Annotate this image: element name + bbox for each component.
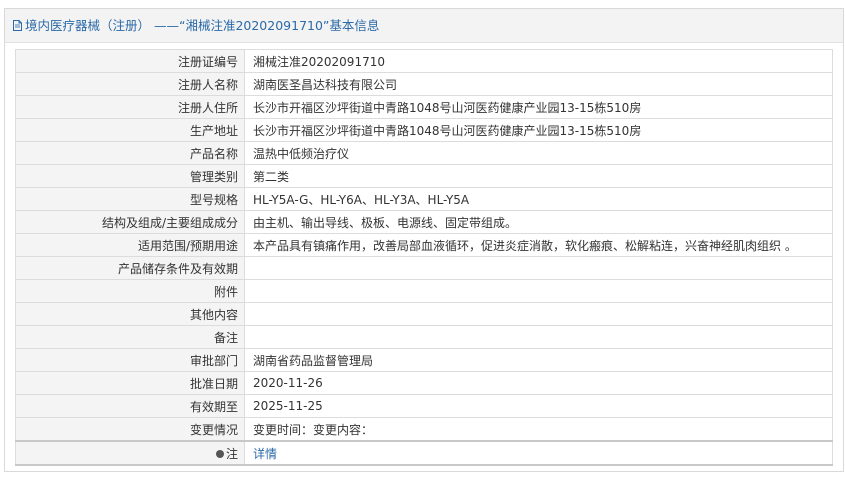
- table-row: 注册人住所 长沙市开福区沙坪街道中青路1048号山河医药健康产业园13-15栋51…: [15, 95, 833, 119]
- table-row: 批准日期 2020-11-26: [15, 371, 833, 395]
- row-value: 湖南医圣昌达科技有限公司: [244, 72, 833, 96]
- row-label: 产品名称: [15, 141, 245, 165]
- table-row: 生产地址 长沙市开福区沙坪街道中青路1048号山河医药健康产业园13-15栋510…: [15, 118, 833, 142]
- table-row: 附件: [15, 279, 833, 303]
- note-label: 注: [225, 446, 238, 461]
- row-label: 备注: [15, 325, 245, 349]
- row-label: 结构及组成/主要组成成分: [15, 210, 245, 234]
- table-row: 适用范围/预期用途 本产品具有镇痛作用，改善局部血液循环，促进炎症消散，软化瘢痕、…: [15, 233, 833, 257]
- row-label: 其他内容: [15, 302, 245, 326]
- row-label: 审批部门: [15, 348, 245, 372]
- table-row: 产品储存条件及有效期: [15, 256, 833, 280]
- info-table: 注册证编号 湘械注准20202091710 注册人名称 湖南医圣昌达科技有限公司 注册人…: [15, 49, 833, 466]
- row-label: 注册人住所: [15, 95, 245, 119]
- table-row: 审批部门 湖南省药品监督管理局: [15, 348, 833, 372]
- row-label: 批准日期: [15, 371, 245, 395]
- row-label: 变更情况: [15, 417, 245, 442]
- row-value: 变更时间：变更内容：: [244, 417, 833, 442]
- row-label: 适用范围/预期用途: [15, 233, 245, 257]
- row-value: 由主机、输出导线、极板、电源线、固定带组成。: [244, 210, 833, 234]
- page-title: 境内医疗器械（注册） ——“湘械注准20202091710”基本信息: [25, 18, 380, 33]
- row-label: 有效期至: [15, 394, 245, 418]
- row-label: 注: [15, 440, 245, 466]
- row-value: 详情: [244, 440, 833, 466]
- row-label: 附件: [15, 279, 245, 303]
- row-value: [244, 279, 833, 303]
- row-value: HL-Y5A-G、HL-Y6A、HL-Y3A、HL-Y5A: [244, 187, 833, 211]
- details-link[interactable]: 详情: [253, 447, 277, 461]
- table-row: 备注: [15, 325, 833, 349]
- table-row: 其他内容: [15, 302, 833, 326]
- row-label: 产品储存条件及有效期: [15, 256, 245, 280]
- table-row-note: 注 详情: [15, 440, 833, 466]
- table-row: 结构及组成/主要组成成分 由主机、输出导线、极板、电源线、固定带组成。: [15, 210, 833, 234]
- row-value: 长沙市开福区沙坪街道中青路1048号山河医药健康产业园13-15栋510房: [244, 95, 833, 119]
- table-row: 产品名称 温热中低频治疗仪: [15, 141, 833, 165]
- row-label: 型号规格: [15, 187, 245, 211]
- table-row: 管理类别 第二类: [15, 164, 833, 188]
- table-row: 注册人名称 湖南医圣昌达科技有限公司: [15, 72, 833, 96]
- row-label: 生产地址: [15, 118, 245, 142]
- row-value: 本产品具有镇痛作用，改善局部血液循环，促进炎症消散，软化瘢痕、松解粘连，兴奋神经…: [244, 233, 833, 257]
- document-icon: [13, 20, 22, 31]
- table-row: 型号规格 HL-Y5A-G、HL-Y6A、HL-Y3A、HL-Y5A: [15, 187, 833, 211]
- row-value: 湘械注准20202091710: [244, 49, 833, 73]
- row-value: 第二类: [244, 164, 833, 188]
- row-value: 2025-11-25: [244, 394, 833, 418]
- row-label: 管理类别: [15, 164, 245, 188]
- row-value: [244, 302, 833, 326]
- table-row: 变更情况 变更时间：变更内容：: [15, 417, 833, 442]
- info-panel: 境内医疗器械（注册） ——“湘械注准20202091710”基本信息 注册证编号…: [4, 8, 844, 472]
- row-value: 温热中低频治疗仪: [244, 141, 833, 165]
- panel-header: 境内医疗器械（注册） ——“湘械注准20202091710”基本信息: [5, 9, 843, 43]
- row-label: 注册人名称: [15, 72, 245, 96]
- table-row: 注册证编号 湘械注准20202091710: [15, 49, 833, 73]
- row-label: 注册证编号: [15, 49, 245, 73]
- row-value: 湖南省药品监督管理局: [244, 348, 833, 372]
- table-row: 有效期至 2025-11-25: [15, 394, 833, 418]
- info-dot-icon: [215, 449, 224, 458]
- row-value: [244, 325, 833, 349]
- row-value: 2020-11-26: [244, 371, 833, 395]
- row-value: [244, 256, 833, 280]
- row-value: 长沙市开福区沙坪街道中青路1048号山河医药健康产业园13-15栋510房: [244, 118, 833, 142]
